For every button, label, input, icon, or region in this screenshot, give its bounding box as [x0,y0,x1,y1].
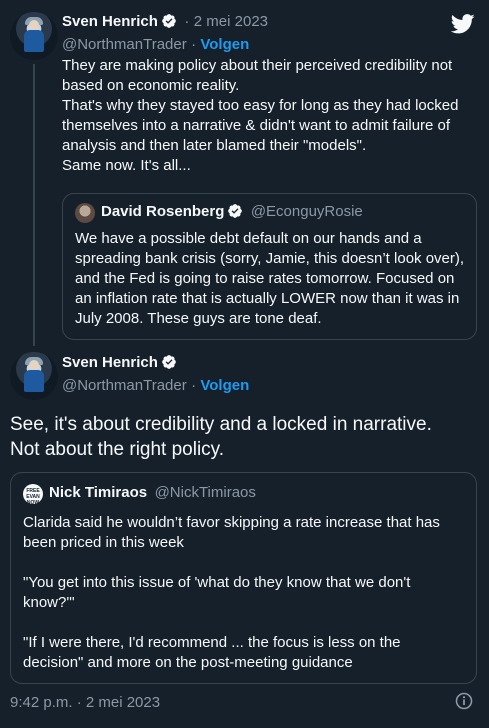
tweet-date[interactable]: 2 mei 2023 [194,13,268,30]
tweet-timestamp[interactable]: 9:42 p.m. · 2 mei 2023 [10,694,160,711]
author-name[interactable]: Sven Henrich [62,13,158,30]
handle-row: @NorthmanTrader · Volgen [62,377,250,394]
author-name[interactable]: Sven Henrich [62,354,158,371]
quote-author-name: Nick Timiraos [49,484,148,501]
handle-row: @NorthmanTrader · Volgen [62,36,250,53]
twitter-bird-icon[interactable] [451,14,475,34]
info-icon[interactable] [455,692,473,710]
quote-author-handle: @NickTimiraos [154,484,256,501]
verified-badge-icon [162,355,176,369]
tweet-header: Sven Henrich [62,354,177,372]
quote-text: We have a possible debt default on our h… [75,230,465,327]
quote-header: David Rosenberg @EconguyRosie [101,203,363,221]
quoted-tweet[interactable]: David Rosenberg @EconguyRosie We have a … [62,193,477,340]
verified-badge-icon [228,204,243,218]
author-handle[interactable]: @NorthmanTrader [62,377,187,394]
author-avatar[interactable] [10,12,58,60]
dot-separator: · [184,13,190,30]
follow-button[interactable]: Volgen [200,36,249,53]
follow-button[interactable]: Volgen [200,377,249,394]
author-handle[interactable]: @NorthmanTrader [62,36,187,53]
quote-author-avatar [75,203,95,223]
quote-author-name: David Rosenberg [101,203,225,220]
quote-header: Nick Timiraos @NickTimiraos [49,484,256,502]
tweet-text: See, it's about credibility and a locked… [10,414,432,460]
tweet-text: They are making policy about their perce… [62,57,459,174]
author-avatar[interactable] [10,352,58,400]
quote-author-handle: @EconguyRosie [250,203,363,220]
verified-badge-icon [162,14,176,28]
quoted-tweet[interactable]: FREE EVAN NOW Nick Timiraos @NickTimirao… [10,472,477,684]
thread-connector [33,64,35,346]
quote-text: Clarida said he wouldn’t favor skipping … [23,514,440,671]
tweet-header: Sven Henrich · 2 mei 2023 [62,13,268,31]
quote-author-avatar: FREE EVAN NOW [23,484,43,506]
